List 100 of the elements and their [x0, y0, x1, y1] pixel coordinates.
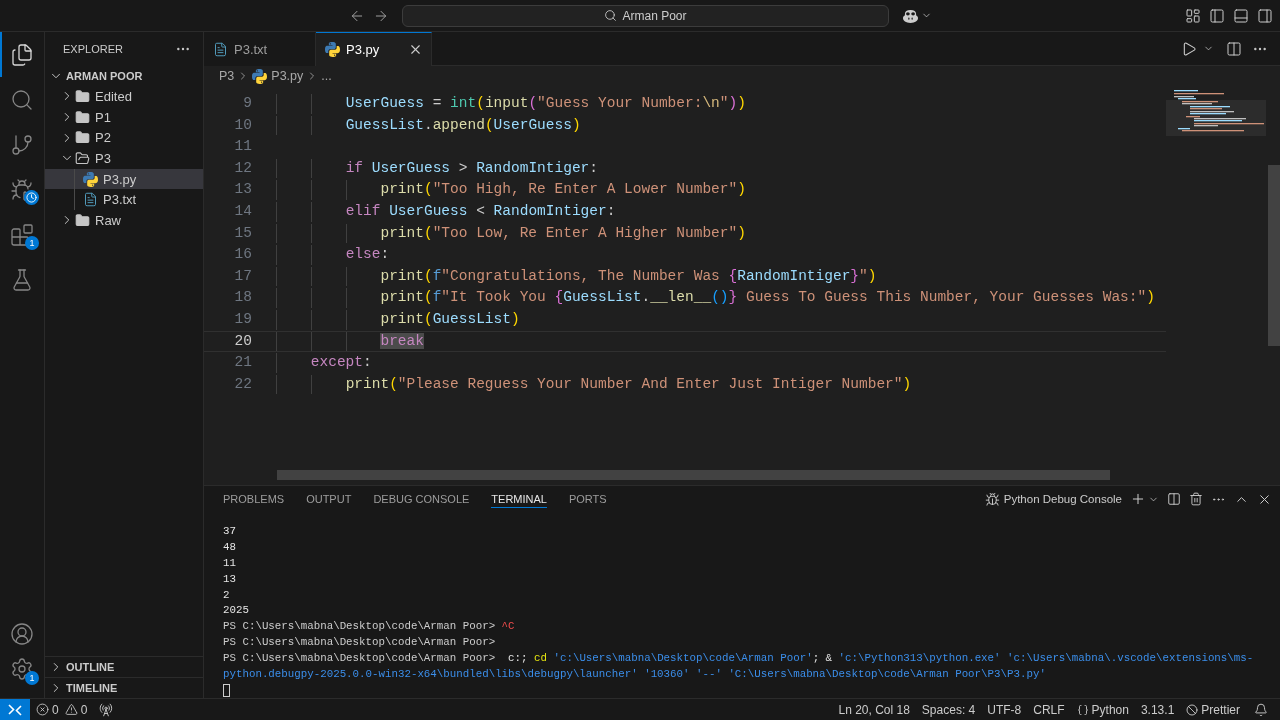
folder-icon — [75, 88, 90, 104]
braces-icon — [1076, 703, 1089, 716]
line-number: 13 — [233, 180, 252, 200]
layout-grid-icon[interactable] — [1185, 7, 1201, 24]
plus-icon[interactable] — [1130, 491, 1146, 507]
editor-tab[interactable]: P3.txt — [204, 32, 316, 66]
folder-icon — [75, 212, 90, 228]
line-number: 22 — [233, 374, 252, 394]
python-file-icon — [83, 171, 98, 187]
files-icon — [10, 42, 34, 67]
line-number: 16 — [233, 245, 252, 265]
tree-item[interactable]: P1 — [45, 106, 203, 128]
split-icon[interactable] — [1167, 492, 1181, 506]
formatter-button[interactable]: Prettier — [1180, 699, 1246, 720]
code-line: else: — [345, 245, 390, 265]
terminal-line: 13 — [223, 572, 236, 585]
remote-button[interactable] — [0, 699, 30, 720]
command-center[interactable]: Arman Poor — [402, 4, 889, 27]
code-line: print("Please Reguess Your Number And Enter Just Intiger Number") — [345, 374, 912, 394]
robot-face-icon[interactable] — [902, 8, 919, 23]
tree-item[interactable]: P2 — [45, 127, 203, 149]
bug-icon — [984, 491, 1000, 507]
terminal-line: PS C:\Users\mabna\Desktop\code\Arman Poor> c:; cd 'c:\Users\mabna\Desktop\code\Arman Poor'; & 'c:\Python313\python.exe' 'c:\Users\mabna\.vscode\extensions\ms- — [223, 652, 1254, 665]
prohibited-icon — [1186, 703, 1199, 716]
tree-item[interactable]: Edited — [45, 86, 203, 107]
problems-button[interactable]: 0 0 — [30, 699, 94, 720]
line-number: 15 — [233, 223, 252, 243]
scrollbar-thumb[interactable] — [1268, 165, 1280, 346]
notification-count: 1 — [25, 671, 39, 685]
breadcrumb-item[interactable]: P3 — [219, 69, 235, 83]
flask-icon — [10, 267, 34, 292]
code-line: except: — [310, 353, 372, 373]
python-file-icon — [252, 68, 268, 84]
line-number: 10 — [233, 115, 252, 135]
line-number: 12 — [233, 158, 252, 178]
panel-tab[interactable]: DEBUG CONSOLE — [373, 490, 470, 508]
bell-icon[interactable] — [1254, 702, 1268, 717]
activity-tab[interactable]: 1 — [0, 212, 44, 257]
code-line: print(GuessList) — [380, 309, 520, 329]
status-item[interactable]: CRLF — [1027, 699, 1071, 720]
python-file-icon — [325, 42, 340, 57]
status-item[interactable]: UTF-8 — [981, 699, 1028, 720]
text-file-icon — [83, 192, 98, 208]
account-icon — [10, 621, 34, 646]
code-line: print("Too High, Re Enter A Lower Number") — [380, 180, 746, 200]
folder-icon — [75, 130, 90, 146]
radio-tower-icon[interactable] — [99, 702, 114, 717]
search-icon — [604, 9, 618, 22]
breadcrumb-item[interactable]: P3.py — [252, 68, 304, 84]
activity-tab[interactable]: 1 — [0, 651, 44, 686]
explorer-title: EXPLORER — [63, 43, 123, 55]
line-number: 21 — [233, 353, 252, 373]
sidebar-right-icon[interactable] — [1257, 7, 1273, 24]
line-number: 9 — [242, 94, 252, 113]
terminal-line: PS C:\Users\mabna\Desktop\code\Arman Poor> — [223, 636, 496, 649]
branch-icon — [10, 132, 34, 157]
folder-icon — [75, 109, 90, 125]
line-number: 17 — [233, 266, 252, 286]
panel-tab[interactable]: PORTS — [568, 490, 607, 508]
panel-tab[interactable]: OUTPUT — [306, 490, 352, 508]
code-line: print("Too Low, Re Enter A Higher Number") — [380, 223, 746, 243]
terminal-line: 37 — [223, 525, 236, 537]
terminal-line: 2 — [223, 588, 230, 601]
notification-count: 1 — [25, 236, 39, 250]
tree-item[interactable]: P3 — [45, 148, 203, 169]
sidebar-left-icon[interactable] — [1209, 7, 1225, 24]
breadcrumb-item[interactable]: ... — [321, 69, 332, 83]
scrollbar-thumb[interactable] — [277, 470, 1110, 480]
status-item[interactable]: 3.13.1 — [1134, 699, 1181, 720]
code-line: if UserGuess > RandomIntiger: — [345, 158, 598, 178]
code-line: elif UserGuess < RandomIntiger: — [345, 201, 616, 221]
remote-icon — [8, 703, 22, 716]
section-header[interactable]: OUTLINE — [45, 656, 203, 677]
terminal-selector[interactable]: Python Debug Console — [984, 491, 1122, 507]
code-line: GuessList.append(UserGuess) — [345, 115, 581, 135]
split-editor-icon[interactable] — [1226, 40, 1242, 57]
language-button[interactable]: Python — [1070, 699, 1135, 720]
clock-badge-icon — [24, 190, 39, 205]
tree-item[interactable]: P3.py — [45, 168, 203, 190]
line-number: 14 — [233, 201, 252, 221]
line-number: 19 — [233, 309, 252, 329]
status-item[interactable]: Ln 20, Col 18 — [832, 699, 916, 720]
code-line: print(f"Congratulations, The Number Was {RandomIntiger}") — [380, 266, 877, 286]
line-number: 11 — [233, 137, 252, 157]
status-item[interactable]: Spaces: 4 — [915, 699, 982, 720]
warning-icon — [64, 703, 78, 716]
panel-tab[interactable]: TERMINAL — [491, 490, 547, 508]
settings-icon — [10, 656, 34, 681]
code-line: UserGuess = int(input("Guess Your Number:\n")) — [345, 94, 746, 113]
line-number: 18 — [233, 288, 252, 308]
panel-bottom-icon[interactable] — [1233, 7, 1249, 24]
tree-item[interactable]: Raw — [45, 210, 203, 231]
code-line: print(f"It Took You {GuessList.__len__()} Guess To Guess This Number, Your Guesses Was:") — [380, 288, 1155, 308]
trash-icon[interactable] — [1189, 492, 1203, 506]
panel-tab[interactable]: PROBLEMS — [223, 490, 285, 508]
terminal-line: 11 — [223, 556, 236, 569]
editor-tab[interactable]: P3.py — [316, 32, 432, 66]
run-icon[interactable] — [1181, 40, 1197, 57]
workspace-folder-header[interactable]: ARMAN POOR — [45, 66, 203, 86]
terminal-line: 48 — [223, 540, 236, 553]
